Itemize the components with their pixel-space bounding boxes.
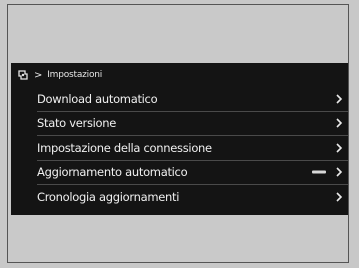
settings-car-icon[interactable]	[17, 69, 29, 81]
menu-item-label: Download automatico	[37, 91, 158, 106]
menu-item-label: Cronologia aggiornamenti	[37, 190, 180, 205]
toggle-off-indicator[interactable]	[312, 170, 326, 174]
breadcrumb-separator: >	[34, 69, 43, 81]
settings-menu: Download automatico Stato versione Impos…	[37, 87, 348, 210]
chevron-right-icon	[336, 143, 343, 153]
chevron-right-icon	[336, 118, 343, 128]
menu-item-impostazione-connessione[interactable]: Impostazione della connessione	[37, 136, 348, 161]
breadcrumb-title: Impostazioni	[47, 70, 103, 80]
menu-item-label: Stato versione	[37, 116, 117, 131]
menu-item-label: Aggiornamento automatico	[37, 165, 188, 180]
settings-screen: > Impostazioni Download automatico Stato…	[11, 63, 348, 215]
menu-item-label: Impostazione della connessione	[37, 140, 212, 155]
chevron-right-icon	[336, 167, 343, 177]
chevron-right-icon	[336, 192, 343, 202]
menu-item-stato-versione[interactable]: Stato versione	[37, 112, 348, 136]
menu-item-aggiornamento-automatico[interactable]: Aggiornamento automatico	[37, 161, 348, 185]
menu-item-cronologia-aggiornamenti[interactable]: Cronologia aggiornamenti	[37, 185, 348, 210]
menu-item-download-automatico[interactable]: Download automatico	[37, 87, 348, 112]
chevron-right-icon	[336, 94, 343, 104]
breadcrumb: > Impostazioni	[17, 67, 102, 83]
